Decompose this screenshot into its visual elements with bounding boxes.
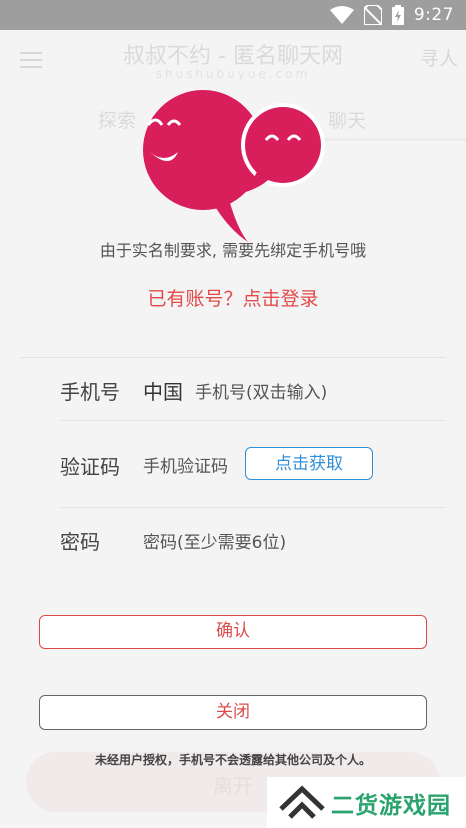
password-label: 密码 bbox=[60, 530, 100, 554]
bind-phone-prompt: 由于实名制要求, 需要先绑定手机号哦 bbox=[99, 241, 367, 260]
watermark-text: 二货游戏园 bbox=[331, 792, 451, 819]
chat-bubbles-logo bbox=[143, 90, 325, 242]
code-input[interactable] bbox=[143, 454, 243, 480]
divider-code bbox=[60, 507, 446, 508]
divider-top bbox=[20, 357, 446, 358]
wifi-icon bbox=[329, 6, 354, 24]
close-button[interactable]: 关闭 bbox=[39, 695, 427, 730]
status-icons: 9:27 bbox=[329, 4, 454, 26]
phone-input[interactable] bbox=[195, 380, 425, 406]
status-bar: 9:27 bbox=[0, 0, 466, 30]
status-time: 9:27 bbox=[413, 5, 454, 25]
battery-icon bbox=[391, 5, 404, 25]
bind-phone-dialog: 由于实名制要求, 需要先绑定手机号哦 已有账号？点击登录 手机号 中国 验证码 … bbox=[0, 30, 466, 828]
watermark: 二货游戏园 bbox=[267, 777, 466, 828]
code-label: 验证码 bbox=[60, 455, 120, 479]
watermark-logo-icon bbox=[279, 785, 325, 819]
login-link[interactable]: 已有账号？点击登录 bbox=[0, 284, 466, 311]
phone-label: 手机号 bbox=[60, 380, 120, 404]
get-code-button[interactable]: 点击获取 bbox=[245, 447, 373, 480]
password-input[interactable] bbox=[143, 530, 423, 556]
no-sim-icon bbox=[363, 5, 382, 25]
confirm-button[interactable]: 确认 bbox=[39, 615, 427, 649]
divider-phone bbox=[60, 420, 446, 421]
privacy-notice: 未经用户授权，手机号不会透露给其他公司及个人。 bbox=[94, 753, 371, 767]
country-selector[interactable]: 中国 bbox=[143, 376, 183, 405]
